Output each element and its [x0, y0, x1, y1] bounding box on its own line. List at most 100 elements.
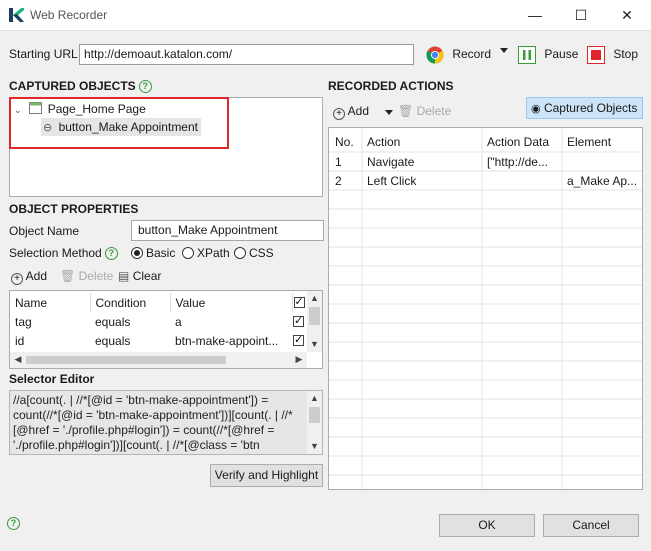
help-icon[interactable]: ? — [138, 80, 152, 93]
col-header-action-data[interactable]: Action Data — [487, 135, 549, 149]
plus-circle-icon: + — [333, 108, 345, 120]
scroll-right-icon[interactable]: ▶ — [293, 354, 305, 365]
stop-button[interactable]: Stop — [587, 43, 638, 65]
checkbox-icon[interactable] — [293, 333, 304, 346]
recorded-actions-header: RECORDED ACTIONS — [328, 79, 454, 93]
properties-add-button[interactable]: + Add — [11, 269, 47, 285]
ok-button[interactable]: OK — [439, 514, 535, 537]
pause-icon — [518, 45, 536, 64]
checkbox-icon[interactable] — [293, 314, 304, 327]
cell-value[interactable]: a — [170, 312, 292, 331]
scroll-thumb[interactable] — [26, 356, 226, 364]
method-radio-basic[interactable]: Basic — [131, 246, 175, 260]
table-row[interactable]: id equals btn-make-appoint... — [10, 331, 306, 350]
scroll-up-icon[interactable]: ▲ — [307, 391, 322, 405]
window-title: Web Recorder — [30, 8, 108, 22]
scroll-thumb[interactable] — [309, 407, 320, 423]
object-properties-header: OBJECT PROPERTIES — [9, 202, 139, 216]
plus-circle-icon: + — [11, 273, 23, 285]
scroll-up-icon[interactable]: ▲ — [307, 291, 322, 305]
col-header-value[interactable]: Value — [170, 293, 293, 312]
captured-objects-toggle[interactable]: ◉ Captured Objects — [526, 97, 643, 119]
scroll-down-icon[interactable]: ▼ — [307, 337, 322, 351]
scroll-down-icon[interactable]: ▼ — [307, 439, 322, 453]
scroll-left-icon[interactable]: ◀ — [12, 354, 24, 365]
cell-name[interactable]: id — [10, 331, 90, 350]
cell-value[interactable]: btn-make-appoint... — [170, 331, 292, 350]
actions-delete-label: Delete — [416, 104, 452, 118]
col-header-condition[interactable]: Condition — [90, 293, 171, 312]
properties-horizontal-scrollbar[interactable]: ◀ ▶ — [10, 352, 307, 368]
properties-clear-button[interactable]: ▤ Clear — [118, 269, 161, 283]
selector-editor-textarea[interactable]: //a[count(. | //*[@id = 'btn-make-appoin… — [9, 390, 323, 455]
help-icon[interactable]: ? — [7, 517, 20, 530]
checkbox-icon[interactable] — [293, 295, 305, 308]
table-header-row: Name Condition Value — [10, 293, 306, 312]
starting-url-label: Starting URL — [9, 47, 78, 61]
maximize-button[interactable]: ☐ — [558, 0, 604, 31]
trash-icon: 🗑 — [60, 269, 76, 283]
properties-vertical-scrollbar[interactable]: ▲ ▼ — [307, 291, 322, 352]
cell-action[interactable]: Left Click — [367, 174, 416, 188]
properties-grid: Name Condition Value tag equals a id equ… — [10, 293, 306, 350]
add-dropdown-icon[interactable] — [385, 110, 393, 115]
col-header-no[interactable]: No. — [335, 135, 354, 149]
selection-method-text: Selection Method — [9, 246, 102, 260]
method-radio-xpath[interactable]: XPath — [182, 246, 230, 260]
verify-highlight-button[interactable]: Verify and Highlight — [210, 464, 323, 487]
selection-method-label: Selection Method? — [9, 246, 118, 260]
record-label: Record — [452, 47, 492, 61]
actions-delete-button[interactable]: 🗑 Delete — [398, 104, 451, 118]
captured-objects-header: CAPTURED OBJECTS? — [9, 79, 152, 93]
cell-no[interactable]: 2 — [335, 174, 342, 188]
col-header-name[interactable]: Name — [10, 293, 91, 312]
cell-action-data[interactable]: ["http://de... — [487, 155, 548, 169]
radio-empty-icon — [234, 247, 246, 259]
actions-add-button[interactable]: + Add — [333, 104, 369, 120]
record-button[interactable]: Record — [426, 43, 491, 65]
footer-help-button[interactable]: ? — [7, 516, 20, 530]
table-row[interactable]: tag equals a — [10, 312, 306, 331]
cancel-button[interactable]: Cancel — [543, 514, 639, 537]
selector-editor-header: Selector Editor — [9, 372, 95, 386]
selector-vertical-scrollbar[interactable]: ▲ ▼ — [307, 391, 322, 454]
col-header-checkbox[interactable] — [292, 293, 306, 312]
minimize-button[interactable]: — — [512, 0, 558, 31]
radio-empty-icon — [182, 247, 194, 259]
record-dropdown-icon[interactable] — [500, 48, 508, 53]
properties-clear-label: Clear — [132, 269, 162, 283]
scroll-thumb[interactable] — [309, 307, 320, 325]
cell-checkbox[interactable] — [292, 312, 306, 331]
trash-icon: 🗑 — [398, 104, 414, 118]
captured-objects-toggle-label: Captured Objects — [543, 101, 638, 115]
cell-checkbox[interactable] — [292, 331, 306, 350]
recorded-actions-table: No. Action Action Data Element 1 Navigat… — [328, 127, 643, 490]
col-header-element[interactable]: Element — [567, 135, 611, 149]
method-radio-css[interactable]: CSS — [234, 246, 274, 260]
close-window-button[interactable]: ✕ — [604, 0, 650, 31]
cell-no[interactable]: 1 — [335, 155, 342, 169]
properties-delete-button[interactable]: 🗑 Delete — [60, 269, 113, 283]
selector-line: './profile.php#login'])][count(. | //*[@… — [13, 438, 260, 452]
properties-add-label: Add — [25, 269, 48, 283]
pause-button[interactable]: Pause — [518, 43, 578, 65]
cell-action[interactable]: Navigate — [367, 155, 414, 169]
properties-delete-label: Delete — [78, 269, 114, 283]
help-icon[interactable]: ? — [104, 247, 118, 260]
radio-selected-icon — [131, 247, 143, 259]
cell-name[interactable]: tag — [10, 312, 90, 331]
cell-element[interactable]: a_Make Ap... — [567, 174, 637, 188]
starting-url-input[interactable]: http://demoaut.katalon.com/ — [79, 44, 414, 65]
col-header-action[interactable]: Action — [367, 135, 400, 149]
actions-add-label: Add — [347, 104, 370, 118]
selector-line: count(//*[@id = 'btn-make-appointment'])… — [13, 408, 293, 422]
cell-condition[interactable]: equals — [90, 312, 170, 331]
minimize-icon: — — [528, 7, 542, 23]
close-icon: ✕ — [621, 7, 633, 23]
maximize-icon: ☐ — [574, 7, 588, 23]
stop-icon — [587, 45, 605, 64]
object-name-label: Object Name — [9, 224, 80, 238]
object-name-input[interactable]: button_Make Appointment — [131, 220, 324, 241]
katalon-logo-icon — [9, 8, 24, 22]
cell-condition[interactable]: equals — [90, 331, 170, 350]
